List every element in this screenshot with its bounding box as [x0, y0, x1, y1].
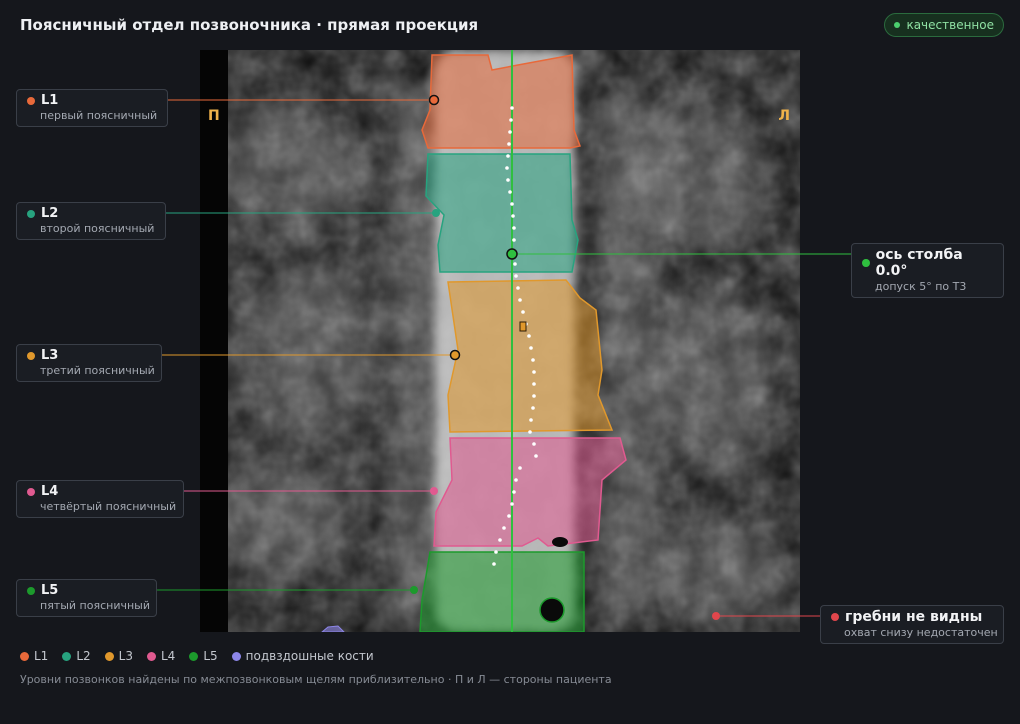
callout-L2-label: L2	[41, 206, 59, 221]
legend-L5-dot-icon	[189, 651, 199, 661]
legend-L3-label: L3	[118, 649, 133, 663]
legend-L1-label: L1	[34, 649, 49, 663]
legend-item-L4[interactable]: L4	[146, 649, 176, 663]
quality-badge: качественное	[884, 13, 1004, 37]
xray-image[interactable]: П Л	[200, 50, 800, 632]
callout-crest-label: гребни не видны	[845, 609, 983, 625]
legend-L3-dot-icon	[104, 651, 114, 661]
callout-L5-sub: пятый поясничный	[40, 599, 150, 612]
legend-iliac-dot-icon	[231, 651, 241, 661]
legend-L4-label: L4	[160, 649, 176, 663]
callout-L1[interactable]: L1 первый поясничный	[16, 89, 168, 127]
patient-side-right-marker: П	[208, 108, 220, 124]
patient-side-left-marker: Л	[778, 108, 790, 124]
page-title: Поясничный отдел позвоночника · прямая п…	[20, 16, 479, 34]
vertebra-L2-outline	[425, 153, 579, 273]
callout-L2[interactable]: L2 второй поясничный	[16, 202, 166, 240]
callout-crest-sub: охват снизу недостаточен	[844, 626, 998, 639]
callout-L4-label: L4	[41, 484, 59, 499]
legend-item-iliac[interactable]: подвздошные кости	[231, 649, 374, 663]
legend: L1 L2 L3 L4 L5 подвздошные кости	[20, 649, 374, 663]
legend-iliac-label: подвздошные кости	[245, 649, 374, 663]
L1-color-dot-icon	[27, 96, 35, 105]
L3-color-dot-icon	[27, 351, 35, 360]
callout-L5[interactable]: L5 пятый поясничный	[16, 579, 157, 617]
L4-color-dot-icon	[27, 487, 35, 496]
quality-badge-label: качественное	[906, 18, 994, 32]
vertebra-L3-outline	[447, 279, 614, 433]
callout-L3-sub: третий поясничный	[40, 364, 155, 377]
legend-item-L5[interactable]: L5	[189, 649, 218, 663]
callout-L1-sub: первый поясничный	[40, 109, 158, 122]
callout-iliac-crests[interactable]: гребни не видны охват снизу недостаточен	[820, 605, 1004, 644]
legend-L2-label: L2	[76, 649, 91, 663]
legend-L1-dot-icon	[20, 651, 29, 661]
vertebra-L1-outline	[421, 54, 582, 149]
legend-item-L1[interactable]: L1	[20, 649, 48, 663]
crest-warning-dot-icon	[831, 613, 839, 621]
L5-color-dot-icon	[27, 586, 35, 595]
footnote: Уровни позвонков найдены по межпозвонков…	[20, 673, 612, 686]
legend-item-L2[interactable]: L2	[62, 649, 91, 663]
xray-svg	[200, 50, 800, 632]
callout-L4[interactable]: L4 четвёртый поясничный	[16, 480, 184, 518]
legend-L4-dot-icon	[146, 651, 156, 661]
L2-color-dot-icon	[27, 209, 35, 218]
legend-L5-label: L5	[203, 649, 218, 663]
status-dot-icon	[894, 22, 901, 28]
callout-L1-label: L1	[41, 93, 59, 108]
callout-L2-sub: второй поясничный	[40, 222, 155, 235]
axis-color-dot-icon	[862, 259, 870, 267]
callout-L3-label: L3	[41, 348, 59, 363]
legend-item-L3[interactable]: L3	[104, 649, 133, 663]
callout-L5-label: L5	[41, 583, 59, 598]
callout-L3[interactable]: L3 третий поясничный	[16, 344, 162, 382]
callout-axis-sub: допуск 5° по Т3	[875, 280, 967, 293]
callout-L4-sub: четвёртый поясничный	[40, 500, 177, 513]
callout-spine-axis[interactable]: ось столба 0.0° допуск 5° по Т3	[851, 243, 1004, 298]
legend-L2-dot-icon	[62, 651, 72, 661]
callout-axis-label: ось столба 0.0°	[875, 247, 963, 279]
vertebra-L4-outline	[433, 437, 627, 547]
